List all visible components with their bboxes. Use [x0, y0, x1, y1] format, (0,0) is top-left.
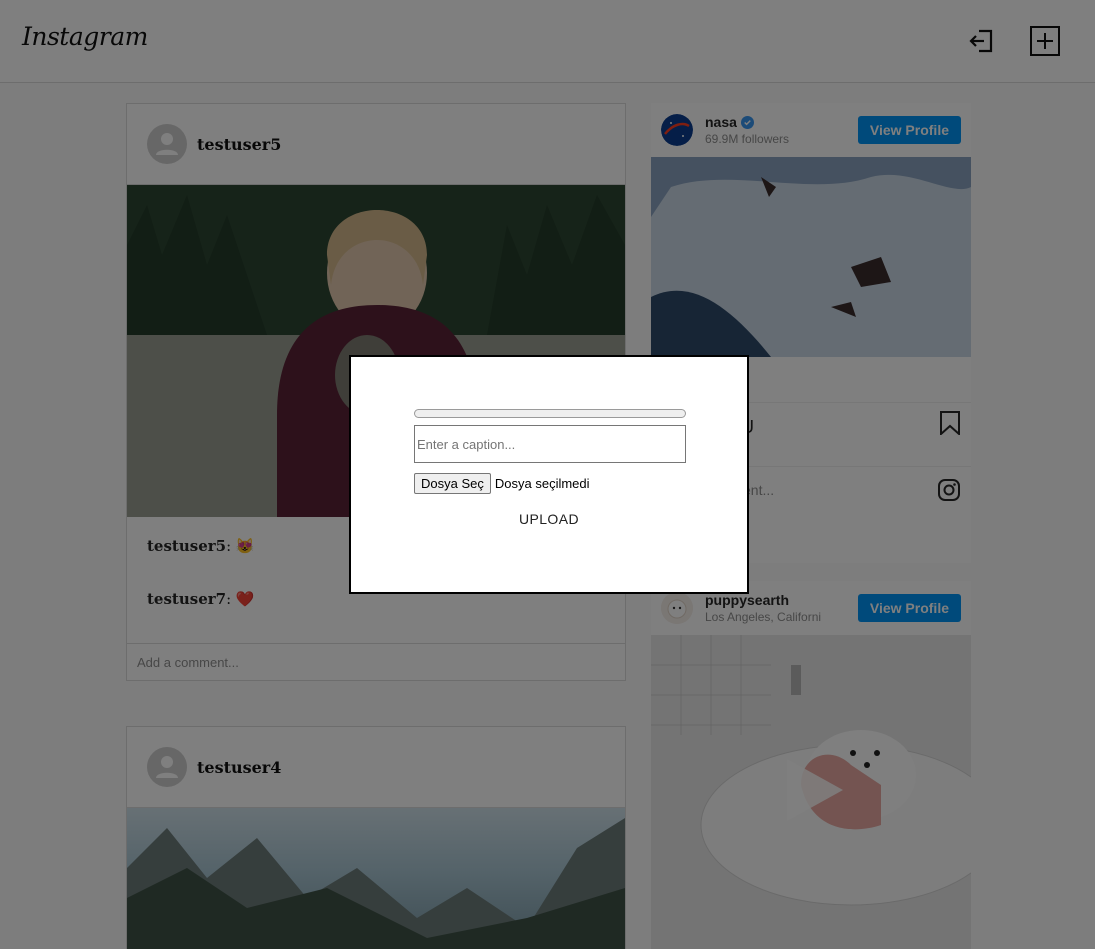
- upload-modal: Dosya Seç Dosya seçilmedi UPLOAD: [349, 355, 749, 594]
- file-status: Dosya seçilmedi: [494, 476, 590, 491]
- caption-input[interactable]: [414, 425, 686, 463]
- file-picker: Dosya Seç Dosya seçilmedi: [414, 473, 590, 494]
- upload-progress-bar: [414, 409, 686, 418]
- upload-button[interactable]: UPLOAD: [351, 511, 747, 527]
- choose-file-button[interactable]: Dosya Seç: [414, 473, 491, 494]
